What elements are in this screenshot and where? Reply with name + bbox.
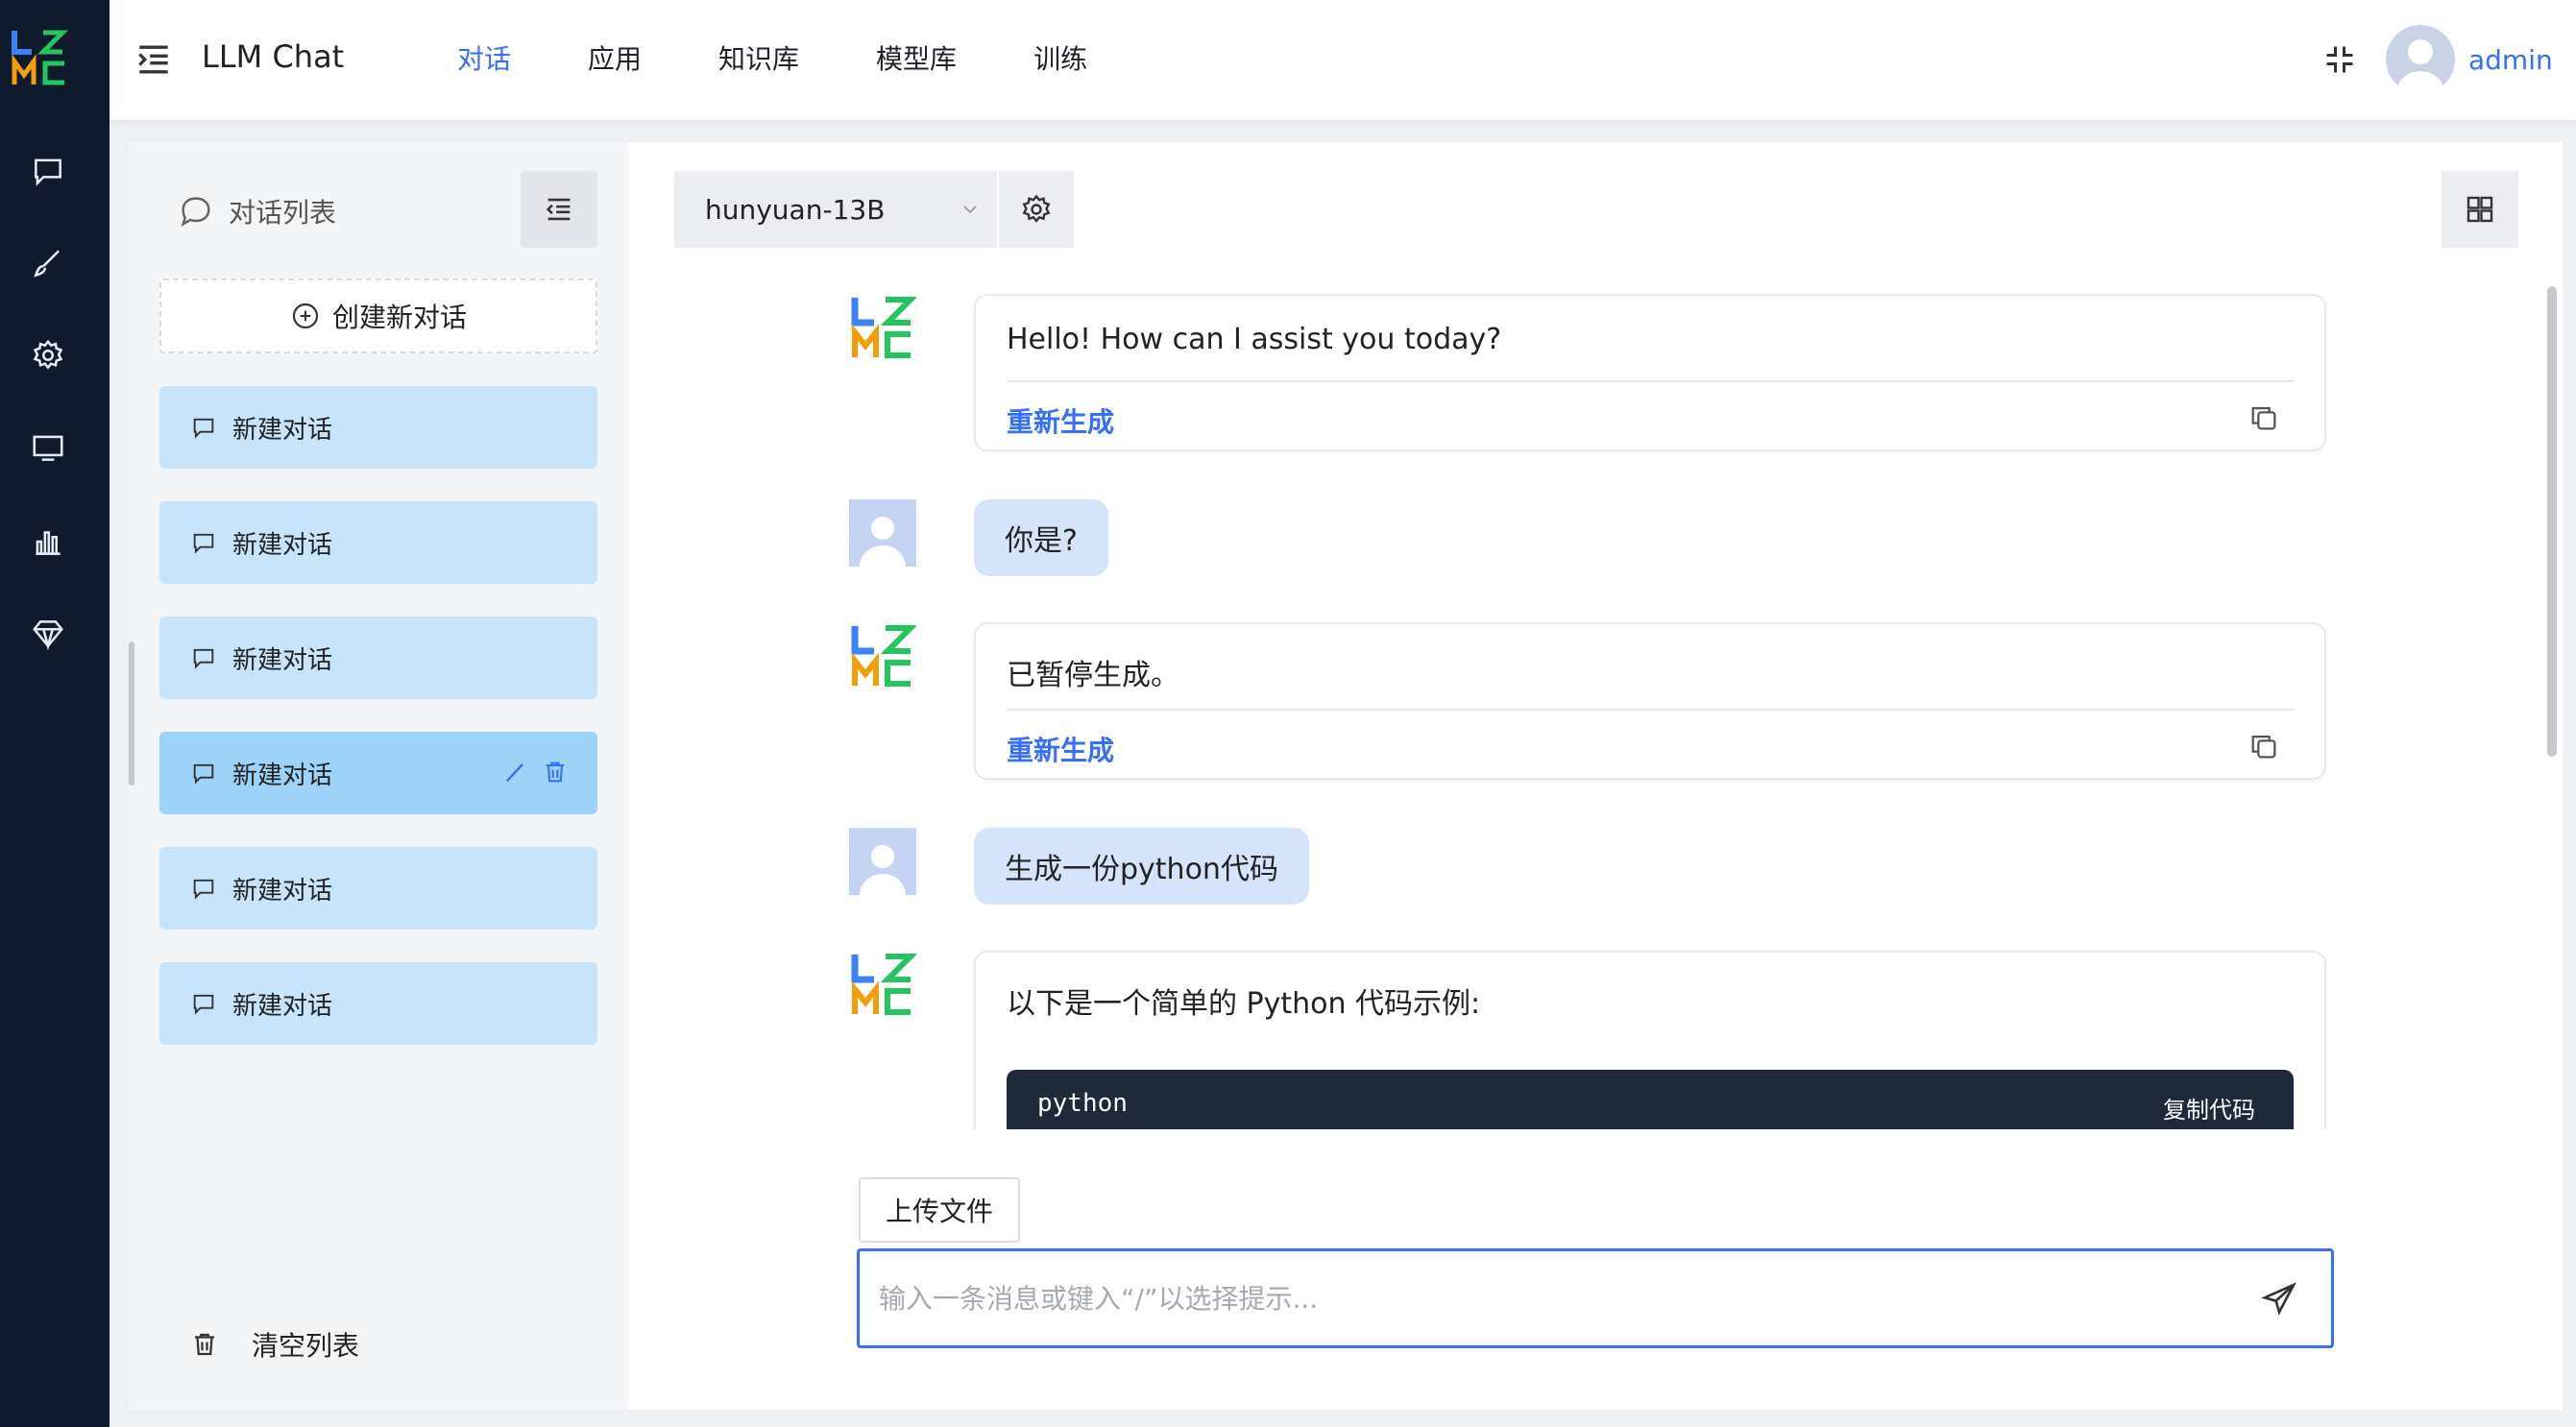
message-text: Hello! How can I assist you today? xyxy=(1007,323,1502,356)
edit-icon[interactable] xyxy=(501,759,528,786)
regenerate-button[interactable]: 重新生成 xyxy=(1007,730,1114,768)
message-divider xyxy=(1007,380,2294,382)
assistant-message: 以下是一个简单的 Python 代码示例: python 复制代码 xyxy=(974,951,2326,1129)
copy-code-button[interactable]: 复制代码 xyxy=(2163,1091,2255,1125)
user-message: 生成一份python代码 xyxy=(974,828,1309,905)
copy-icon[interactable] xyxy=(2248,730,2280,762)
clear-list-label: 清空列表 xyxy=(252,1330,360,1362)
conversation-actions xyxy=(501,759,569,786)
conversation-label: 新建对话 xyxy=(232,415,333,445)
delete-icon[interactable] xyxy=(542,759,569,786)
conversation-label: 新建对话 xyxy=(232,530,333,560)
bar-chart-icon xyxy=(36,531,61,555)
nav-item-models[interactable]: 模型库 xyxy=(876,38,957,77)
main-nav: 对话 应用 知识库 模型库 训练 xyxy=(457,38,1164,77)
bot-avatar xyxy=(849,622,916,689)
chat-bubble-icon xyxy=(181,197,210,227)
user-silhouette-icon xyxy=(2397,39,2443,94)
fullscreen-exit-icon[interactable] xyxy=(2322,42,2357,77)
user-avatar xyxy=(849,499,916,567)
message-icon xyxy=(193,879,214,900)
clear-list-button[interactable]: 清空列表 xyxy=(190,1325,359,1364)
rail-brush-button[interactable] xyxy=(21,236,75,290)
user-silhouette-icon xyxy=(860,845,906,895)
rail-monitor-button[interactable] xyxy=(21,421,75,474)
message-icon xyxy=(193,994,214,1015)
message-input[interactable] xyxy=(879,1278,2243,1318)
monitor-icon xyxy=(33,435,63,461)
message-text: 以下是一个简单的 Python 代码示例: xyxy=(1007,987,1481,1021)
panel-title: 对话列表 xyxy=(177,192,336,230)
send-icon[interactable] xyxy=(2260,1280,2298,1318)
conversation-item[interactable]: 新建对话 xyxy=(159,386,597,469)
app-logo[interactable] xyxy=(11,27,68,88)
rail-chat-button[interactable] xyxy=(21,144,75,198)
conversation-label: 新建对话 xyxy=(232,991,333,1021)
nav-item-apps[interactable]: 应用 xyxy=(588,38,642,77)
message-icon xyxy=(193,763,214,785)
nav-item-training[interactable]: 训练 xyxy=(1033,38,1087,77)
conversation-item[interactable]: 新建对话 xyxy=(159,962,597,1045)
conversation-label: 新建对话 xyxy=(232,761,333,790)
rail-premium-button[interactable] xyxy=(21,607,75,661)
chat-icon xyxy=(35,158,61,186)
copy-icon[interactable] xyxy=(2248,401,2280,434)
top-header: LLM Chat 对话 应用 知识库 模型库 训练 admin xyxy=(109,0,2576,120)
panel-scrollbar[interactable] xyxy=(129,641,134,786)
diamond-icon xyxy=(33,620,63,651)
collapse-panel-button[interactable] xyxy=(521,171,597,248)
menu-indent-icon[interactable] xyxy=(133,38,175,81)
brush-icon xyxy=(34,250,60,278)
avatar xyxy=(2386,25,2455,94)
message-divider xyxy=(1007,709,2294,711)
message-icon xyxy=(193,533,214,554)
bot-avatar xyxy=(849,294,916,361)
app-title: LLM Chat xyxy=(202,38,345,75)
rail-stats-button[interactable] xyxy=(21,515,75,568)
conversation-label: 新建对话 xyxy=(232,645,333,675)
message-icon xyxy=(193,418,214,439)
conversation-label: 新建对话 xyxy=(232,876,333,906)
left-rail xyxy=(0,0,109,1427)
message-list[interactable]: Hello! How can I assist you today? 重新生成 … xyxy=(628,142,2563,1129)
menu-fold-icon xyxy=(546,198,571,221)
new-chat-label: 创建新对话 xyxy=(331,302,467,333)
assistant-message: Hello! How can I assist you today? 重新生成 xyxy=(974,294,2326,451)
conversation-panel: 对话列表 创建新对话 新建对话 新建对话 新建对话 新建对话 新建对话 新建对话… xyxy=(129,142,628,1410)
regenerate-button[interactable]: 重新生成 xyxy=(1007,401,1114,440)
new-chat-button[interactable]: 创建新对话 xyxy=(159,278,597,353)
nav-item-knowledge[interactable]: 知识库 xyxy=(718,38,799,77)
conversation-item-active[interactable]: 新建对话 xyxy=(159,732,597,814)
gear-icon xyxy=(33,339,63,370)
code-block-header: python 复制代码 xyxy=(1007,1070,2294,1129)
code-language: python xyxy=(1037,1089,1128,1118)
panel-title-label: 对话列表 xyxy=(229,197,337,229)
plus-circle-icon xyxy=(292,302,319,329)
conversation-item[interactable]: 新建对话 xyxy=(159,501,597,584)
trash-icon xyxy=(195,1333,214,1356)
bot-avatar xyxy=(849,951,916,1018)
user-avatar xyxy=(849,828,916,895)
nav-item-chat[interactable]: 对话 xyxy=(457,38,511,77)
user-menu[interactable]: admin xyxy=(2386,25,2553,94)
chat-scrollbar[interactable] xyxy=(2547,286,2557,757)
upload-file-button[interactable]: 上传文件 xyxy=(859,1177,1020,1243)
message-icon xyxy=(193,648,214,669)
username: admin xyxy=(2468,43,2553,76)
conversation-item[interactable]: 新建对话 xyxy=(159,847,597,930)
user-message: 你是? xyxy=(974,499,1108,576)
rail-settings-button[interactable] xyxy=(21,328,75,382)
message-input-box xyxy=(857,1248,2334,1348)
message-text: 已暂停生成。 xyxy=(1007,659,1179,692)
chat-main: hunyuan-13B Hello! How can I assist you … xyxy=(628,142,2563,1410)
conversation-item[interactable]: 新建对话 xyxy=(159,617,597,699)
user-silhouette-icon xyxy=(860,517,906,567)
assistant-message: 已暂停生成。 重新生成 xyxy=(974,622,2326,780)
